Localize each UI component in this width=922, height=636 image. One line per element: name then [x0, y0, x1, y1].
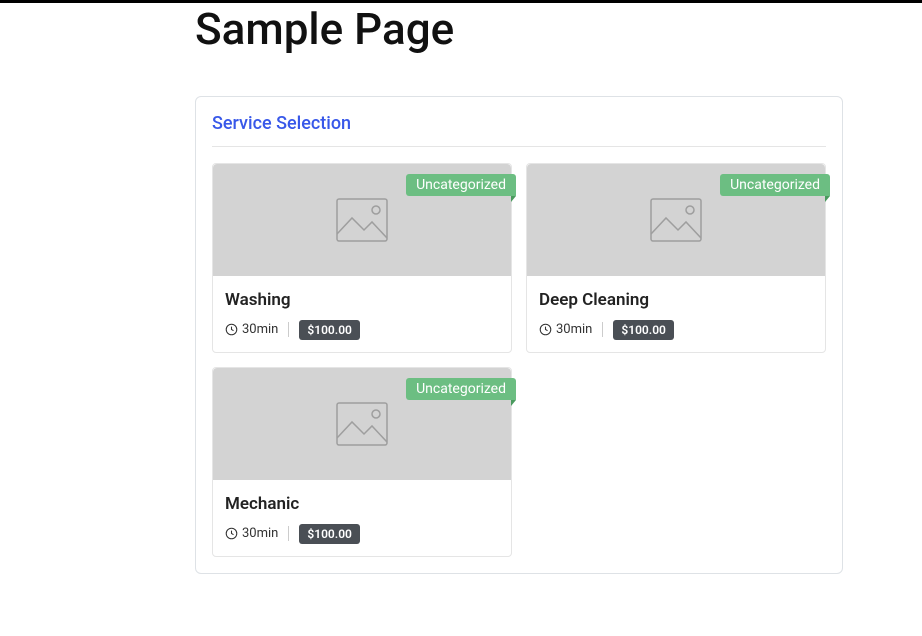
category-badge: Uncategorized [406, 174, 516, 196]
service-selection-panel: Service Selection Uncategorized Washing [195, 96, 843, 574]
service-image-placeholder: Uncategorized [527, 164, 825, 276]
service-meta: 30min $100.00 [539, 320, 813, 340]
duration-text: 30min [556, 322, 592, 337]
service-image-placeholder: Uncategorized [213, 368, 511, 480]
image-placeholder-icon [336, 402, 388, 446]
image-placeholder-icon [336, 198, 388, 242]
service-price: $100.00 [299, 524, 360, 544]
service-card-body: Mechanic 30min $100.00 [213, 480, 511, 556]
service-duration: 30min [225, 322, 289, 337]
service-cards-grid: Uncategorized Washing 30min $100.00 [212, 163, 826, 557]
service-image-placeholder: Uncategorized [213, 164, 511, 276]
clock-icon [539, 323, 552, 336]
service-price: $100.00 [613, 320, 674, 340]
service-card-body: Washing 30min $100.00 [213, 276, 511, 352]
service-card-body: Deep Cleaning 30min $100.00 [527, 276, 825, 352]
image-placeholder-icon [650, 198, 702, 242]
service-name: Deep Cleaning [539, 290, 813, 310]
clock-icon [225, 323, 238, 336]
service-card[interactable]: Uncategorized Washing 30min $100.00 [212, 163, 512, 353]
service-meta: 30min $100.00 [225, 320, 499, 340]
service-price: $100.00 [299, 320, 360, 340]
category-badge: Uncategorized [720, 174, 830, 196]
service-meta: 30min $100.00 [225, 524, 499, 544]
service-duration: 30min [225, 526, 289, 541]
service-name: Mechanic [225, 494, 499, 514]
service-name: Washing [225, 290, 499, 310]
service-duration: 30min [539, 322, 603, 337]
service-card[interactable]: Uncategorized Mechanic 30min $100.00 [212, 367, 512, 557]
category-badge: Uncategorized [406, 378, 516, 400]
clock-icon [225, 527, 238, 540]
service-card[interactable]: Uncategorized Deep Cleaning 30min $100.0… [526, 163, 826, 353]
duration-text: 30min [242, 322, 278, 337]
page-title: Sample Page [195, 3, 922, 56]
section-title: Service Selection [212, 113, 826, 147]
duration-text: 30min [242, 526, 278, 541]
